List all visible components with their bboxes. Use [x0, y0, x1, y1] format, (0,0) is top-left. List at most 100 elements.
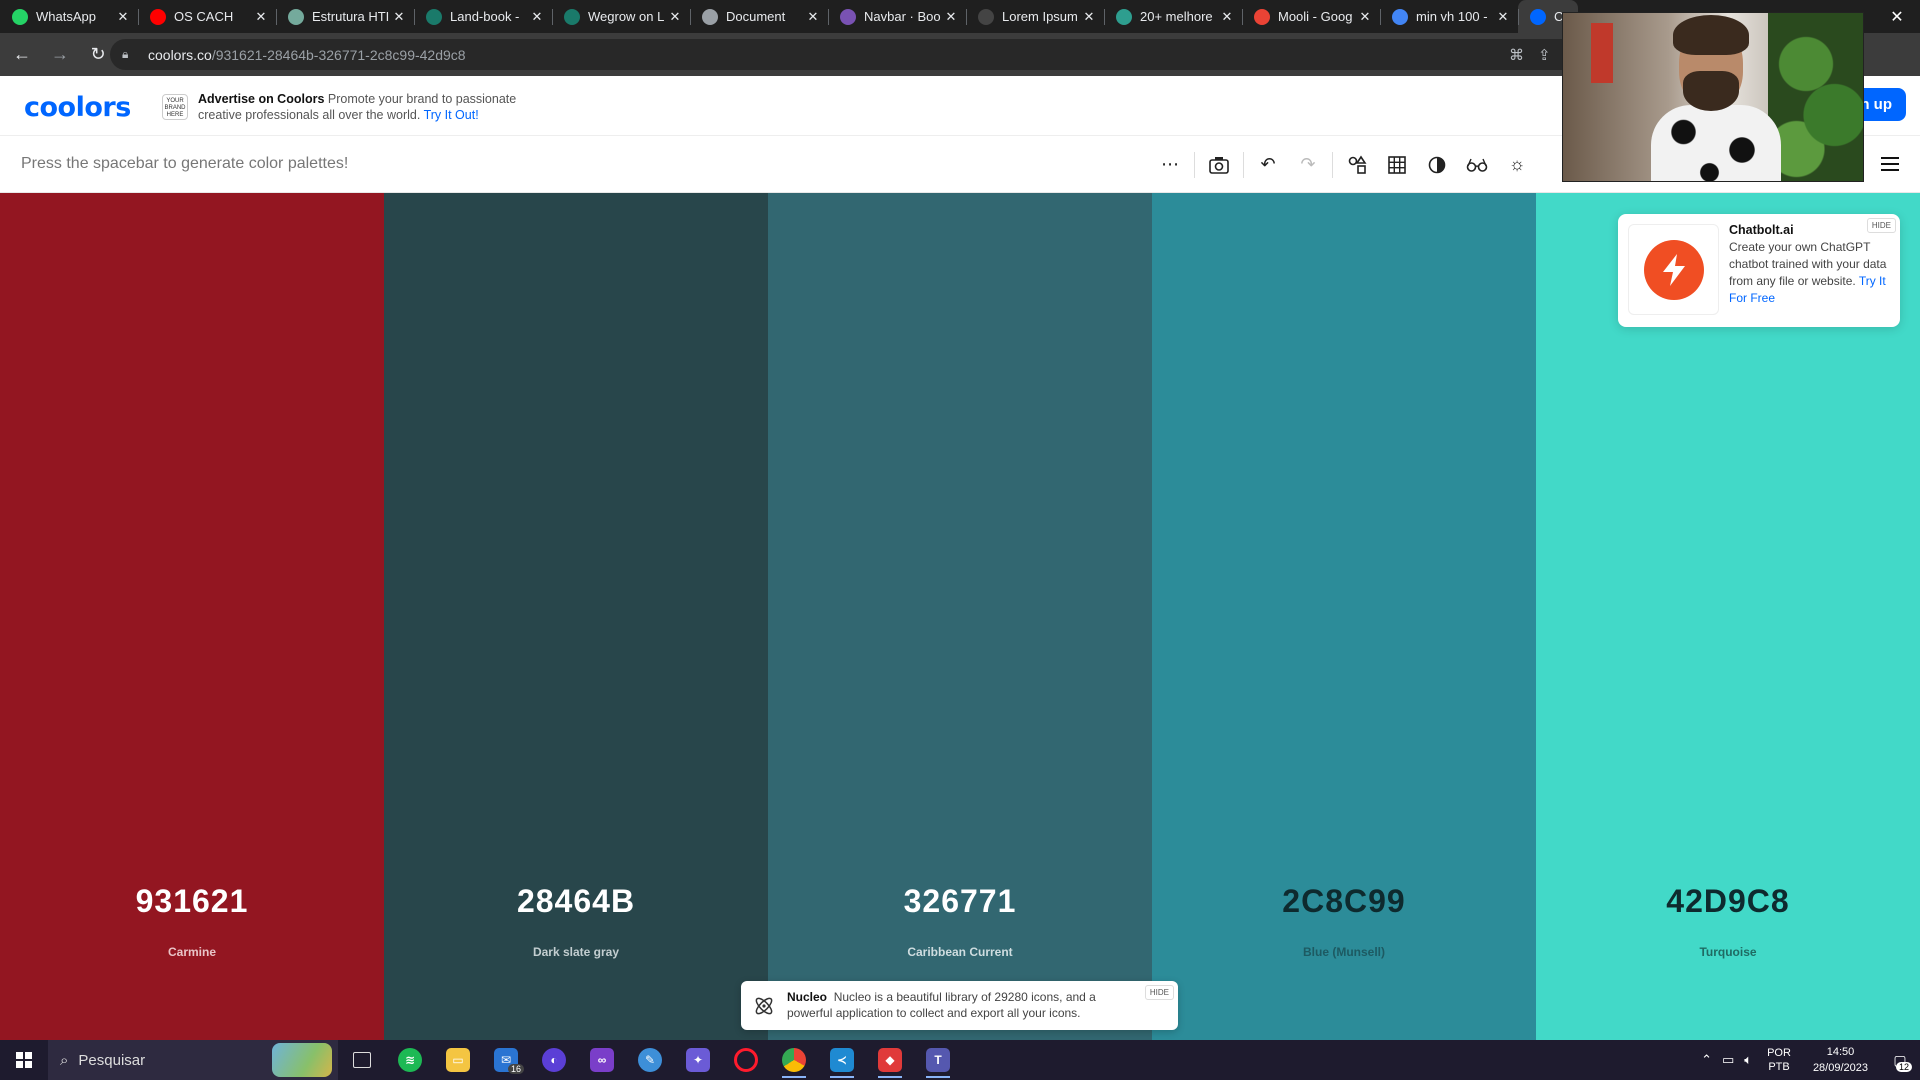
coolors-icon — [1530, 8, 1546, 25]
browser-app-icon[interactable]: ◐ — [530, 1040, 578, 1080]
mail-icon[interactable]: ✉ 16 — [482, 1040, 530, 1080]
whatsapp-icon — [12, 8, 28, 25]
address-bar[interactable]: 🔒︎ coolors.co/931621-28464b-326771-2c8c9… — [110, 39, 1590, 70]
more-icon[interactable]: ⋯ — [1150, 145, 1190, 185]
swatch-hex-code[interactable]: 2C8C99 — [1152, 883, 1536, 920]
close-tab-icon[interactable]: ✕ — [116, 9, 130, 25]
close-tab-icon[interactable]: ✕ — [1496, 9, 1510, 25]
coolors-logo[interactable]: coolors — [24, 92, 131, 123]
translate-icon[interactable]: ⌘ — [1509, 46, 1524, 64]
swatch-color-name[interactable]: Dark slate gray — [384, 945, 768, 959]
swatch-hex-code[interactable]: 326771 — [768, 883, 1152, 920]
menu-icon[interactable] — [1876, 150, 1904, 178]
close-tab-icon[interactable]: ✕ — [530, 9, 544, 25]
presenter-video — [1651, 15, 1781, 181]
header-ad-link[interactable]: Try It Out! — [424, 108, 479, 122]
swatch-color-name[interactable]: Blue (Munsell) — [1152, 945, 1536, 959]
chatbolt-ad[interactable]: Chatbolt.ai Create your own ChatGPT chat… — [1618, 214, 1900, 327]
browser-tab[interactable]: min vh 100 - ✕ — [1380, 0, 1518, 33]
close-tab-icon[interactable]: ✕ — [254, 9, 268, 25]
browser-tab-title: min vh 100 - — [1416, 9, 1488, 24]
swatch-hex-code[interactable]: 42D9C8 — [1536, 883, 1920, 920]
chatgpt-icon — [288, 8, 304, 25]
browser-tab[interactable]: OS CACH ✕ — [138, 0, 276, 33]
back-icon[interactable]: ← — [6, 39, 38, 71]
swatch-color-name[interactable]: Caribbean Current — [768, 945, 1152, 959]
bootstrap-icon — [840, 8, 856, 25]
webcam-overlay[interactable] — [1562, 12, 1864, 182]
url-path: /931621-28464b-326771-2c8c99-42d9c8 — [211, 46, 466, 63]
browser-tab[interactable]: Estrutura HTI ✕ — [276, 0, 414, 33]
close-tab-icon[interactable]: ✕ — [392, 9, 406, 25]
close-window-icon[interactable]: ✕ — [1874, 7, 1920, 27]
undo-icon[interactable]: ↶ — [1248, 145, 1288, 185]
contrast-icon[interactable] — [1417, 145, 1457, 185]
browser-tab[interactable]: Mooli - Goog ✕ — [1242, 0, 1380, 33]
color-swatch[interactable]: 326771 Caribbean Current — [768, 193, 1152, 1040]
share-icon[interactable]: ⇪ — [1538, 46, 1551, 64]
hide-chatbolt-ad-button[interactable]: HIDE — [1866, 218, 1896, 233]
browser-tab-title: 20+ melhore — [1140, 9, 1213, 24]
visual-studio-icon[interactable]: ∞ — [578, 1040, 626, 1080]
browser-tab[interactable]: 20+ melhore ✕ — [1104, 0, 1242, 33]
chevron-up-icon[interactable]: ⌃ — [1701, 1052, 1712, 1068]
close-tab-icon[interactable]: ✕ — [944, 9, 958, 25]
spotify-icon[interactable]: ≋ — [386, 1040, 434, 1080]
close-tab-icon[interactable]: ✕ — [806, 9, 820, 25]
header-ad-title: Advertise on Coolors — [198, 92, 325, 106]
nucleo-ad-text: Nucleo Nucleo is a beautiful library of … — [787, 989, 1127, 1021]
browser-tab[interactable]: Wegrow on L ✕ — [552, 0, 690, 33]
network-icon[interactable]: ▭ — [1722, 1052, 1734, 1068]
search-highlight-image — [272, 1043, 332, 1077]
lock-icon[interactable]: 🔒︎ — [122, 47, 138, 62]
clock[interactable]: 14:50 28/09/2023 — [1813, 1044, 1868, 1076]
swatch-hex-code[interactable]: 28464B — [384, 883, 768, 920]
close-tab-icon[interactable]: ✕ — [668, 9, 682, 25]
paint-icon[interactable]: ✎ — [626, 1040, 674, 1080]
sun-icon[interactable]: ☼ — [1497, 145, 1537, 185]
browser-tab-title: Lorem Ipsum — [1002, 9, 1078, 24]
camera-icon[interactable] — [1199, 145, 1239, 185]
browser-tab[interactable]: WhatsApp ✕ — [0, 0, 138, 33]
redo-icon[interactable]: ↷ — [1288, 145, 1328, 185]
browser-tab[interactable]: Lorem Ipsum ✕ — [966, 0, 1104, 33]
grid-icon[interactable] — [1377, 145, 1417, 185]
shapes-icon[interactable] — [1337, 145, 1377, 185]
close-tab-icon[interactable]: ✕ — [1358, 9, 1372, 25]
close-tab-icon[interactable]: ✕ — [1082, 9, 1096, 25]
notification-icon[interactable]: ▢ 12 — [1880, 1040, 1920, 1080]
volume-icon[interactable]: 🔈︎ — [1744, 1052, 1752, 1068]
color-swatch[interactable]: 28464B Dark slate gray — [384, 193, 768, 1040]
color-swatch[interactable]: 2C8C99 Blue (Munsell) — [1152, 193, 1536, 1040]
chrome-icon[interactable] — [770, 1040, 818, 1080]
glasses-icon[interactable] — [1457, 145, 1497, 185]
chatbolt-ad-title: Chatbolt.ai — [1729, 223, 1794, 237]
language-code: POR — [1767, 1047, 1791, 1059]
swatch-color-name[interactable]: Carmine — [0, 945, 384, 959]
language-indicator[interactable]: POR PTB — [1767, 1046, 1791, 1074]
browser-tab[interactable]: Document ✕ — [690, 0, 828, 33]
screen-recorder-icon[interactable]: ◆ — [866, 1040, 914, 1080]
color-swatch[interactable]: 931621 Carmine — [0, 193, 384, 1040]
header-ad[interactable]: Advertise on Coolors Promote your brand … — [198, 91, 558, 123]
browser-tab[interactable]: Navbar · Boo ✕ — [828, 0, 966, 33]
nucleo-ad[interactable]: Nucleo Nucleo is a beautiful library of … — [741, 981, 1178, 1030]
close-tab-icon[interactable]: ✕ — [1220, 9, 1234, 25]
forward-icon[interactable]: → — [44, 39, 76, 71]
opera-icon[interactable] — [722, 1040, 770, 1080]
system-tray: ⌃ ▭ 🔈︎ POR PTB 14:50 28/09/2023 ▢ 12 — [1696, 1040, 1920, 1080]
taskbar-search[interactable]: ⌕ Pesquisar — [48, 1040, 338, 1080]
hide-nucleo-ad-button[interactable]: HIDE — [1144, 985, 1174, 1000]
task-view-icon[interactable] — [338, 1040, 386, 1080]
teams-icon[interactable]: T — [914, 1040, 962, 1080]
bird-app-icon[interactable]: ✦ — [674, 1040, 722, 1080]
vscode-icon[interactable]: ≺ — [818, 1040, 866, 1080]
browser-tab[interactable]: Land-book - ✕ — [414, 0, 552, 33]
swatch-hex-code[interactable]: 931621 — [0, 883, 384, 920]
file-explorer-icon[interactable]: ▭ — [434, 1040, 482, 1080]
chatbolt-ad-text: Create your own ChatGPT chatbot trained … — [1729, 239, 1889, 307]
landbook-icon — [564, 8, 580, 25]
chatbolt-logo — [1628, 224, 1719, 315]
windows-start-icon[interactable] — [0, 1040, 48, 1080]
swatch-color-name[interactable]: Turquoise — [1536, 945, 1920, 959]
